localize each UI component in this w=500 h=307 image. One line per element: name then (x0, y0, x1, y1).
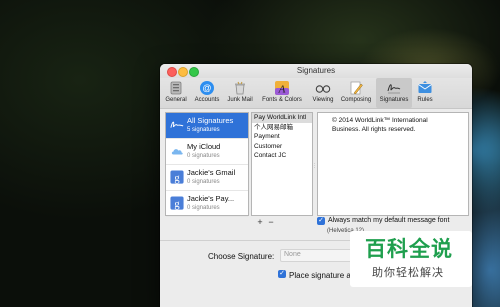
toolbar-fonts-colors-label: Fonts & Colors (262, 97, 302, 103)
google-icon: g (170, 170, 184, 184)
toolbar-signatures[interactable]: Signatures (376, 78, 412, 108)
signature-item[interactable]: Pay WorldLink Intl (252, 113, 312, 123)
toolbar-fonts-colors[interactable]: A Fonts & Colors (258, 78, 306, 108)
signature-preview[interactable]: © 2014 WorldLink™ International Business… (317, 112, 469, 216)
watermark-title: 百科全说 (365, 238, 453, 261)
signature-item[interactable]: 个人网易邮箱 (252, 123, 312, 133)
toolbar-viewing[interactable]: Viewing (309, 78, 337, 108)
account-signature-count: 0 signatures (187, 205, 220, 211)
toolbar-rules[interactable]: Rules (413, 78, 437, 108)
fonts-colors-icon: A (275, 81, 289, 96)
account-name: Jackie's Gmail (187, 168, 236, 177)
signature-item[interactable]: Customer (252, 142, 312, 152)
remove-signature-button[interactable]: − (266, 218, 276, 227)
window-title: Signatures (296, 66, 336, 75)
signature-icon (170, 121, 184, 128)
pencil-icon (350, 81, 363, 95)
toolbar-viewing-label: Viewing (312, 97, 334, 103)
account-signature-count: 0 signatures (187, 153, 220, 159)
toolbar-accounts-label: Accounts (194, 97, 220, 103)
preview-line: Business. All rights reserved. (332, 125, 416, 133)
always-match-font-label: Always match my default message font (328, 217, 450, 224)
toolbar-composing[interactable]: Composing (338, 78, 374, 108)
junk-mail-icon (235, 81, 245, 95)
account-name: Jackie's Pay... (187, 194, 235, 203)
place-signature-above-checkbox[interactable]: ✓ (278, 270, 286, 278)
always-match-font-checkbox[interactable]: ✓ (317, 217, 325, 225)
signature-preview-text: © 2014 WorldLink™ International Business… (332, 117, 462, 134)
account-my-icloud[interactable]: My iCloud 0 signatures (166, 139, 248, 165)
toolbar-general-label: General (165, 97, 187, 103)
signature-icon (387, 84, 401, 94)
glasses-icon (315, 85, 331, 93)
account-all-signatures[interactable]: All Signatures 5 signatures (166, 113, 248, 139)
title-bar: Signatures (160, 64, 472, 78)
preview-line: © 2014 WorldLink™ International (332, 117, 428, 124)
svg-text:g: g (174, 199, 180, 210)
icloud-icon (171, 149, 183, 155)
toolbar-general[interactable]: General (162, 78, 190, 108)
account-name: All Signatures (187, 116, 234, 125)
toolbar-composing-label: Composing (340, 97, 372, 103)
account-name: My iCloud (187, 142, 221, 151)
svg-text:g: g (174, 173, 180, 184)
account-signature-count: 5 signatures (187, 127, 220, 133)
general-icon (170, 81, 182, 95)
signatures-list: Pay WorldLink Intl 个人网易邮箱 Payment Custom… (251, 112, 313, 216)
toolbar-rules-label: Rules (417, 97, 433, 103)
account-jackies-pay[interactable]: g Jackie's Pay... 0 signatures (166, 191, 248, 217)
toolbar-junk-mail-label: Junk Mail (227, 97, 253, 103)
add-signature-button[interactable]: + (255, 218, 265, 227)
choose-signature-value: None (284, 251, 301, 258)
svg-text:A: A (278, 84, 286, 96)
choose-signature-label: Choose Signature: (208, 252, 275, 261)
watermark-subtitle: 助你轻松解决 (372, 267, 444, 279)
at-sign-icon: @ (200, 81, 214, 95)
account-jackies-gmail[interactable]: g Jackie's Gmail 0 signatures (166, 165, 248, 191)
account-signature-count: 0 signatures (187, 179, 220, 185)
svg-text:@: @ (202, 83, 211, 93)
accounts-list: All Signatures 5 signatures My iCloud 0 … (165, 112, 249, 217)
signature-item[interactable]: Payment (252, 132, 312, 142)
preferences-toolbar: General @ Accounts Junk Mail A Fonts & C (160, 78, 472, 109)
google-icon: g (170, 196, 184, 210)
rules-icon (418, 81, 432, 93)
toolbar-accounts[interactable]: @ Accounts (191, 78, 223, 108)
choose-signature-select[interactable]: None (280, 249, 352, 262)
watermark-logo: 百科全说 助你轻松解决 (350, 231, 472, 287)
toolbar-signatures-label: Signatures (379, 97, 409, 103)
signature-item[interactable]: Contact JC (252, 151, 312, 161)
toolbar-junk-mail[interactable]: Junk Mail (224, 78, 256, 108)
